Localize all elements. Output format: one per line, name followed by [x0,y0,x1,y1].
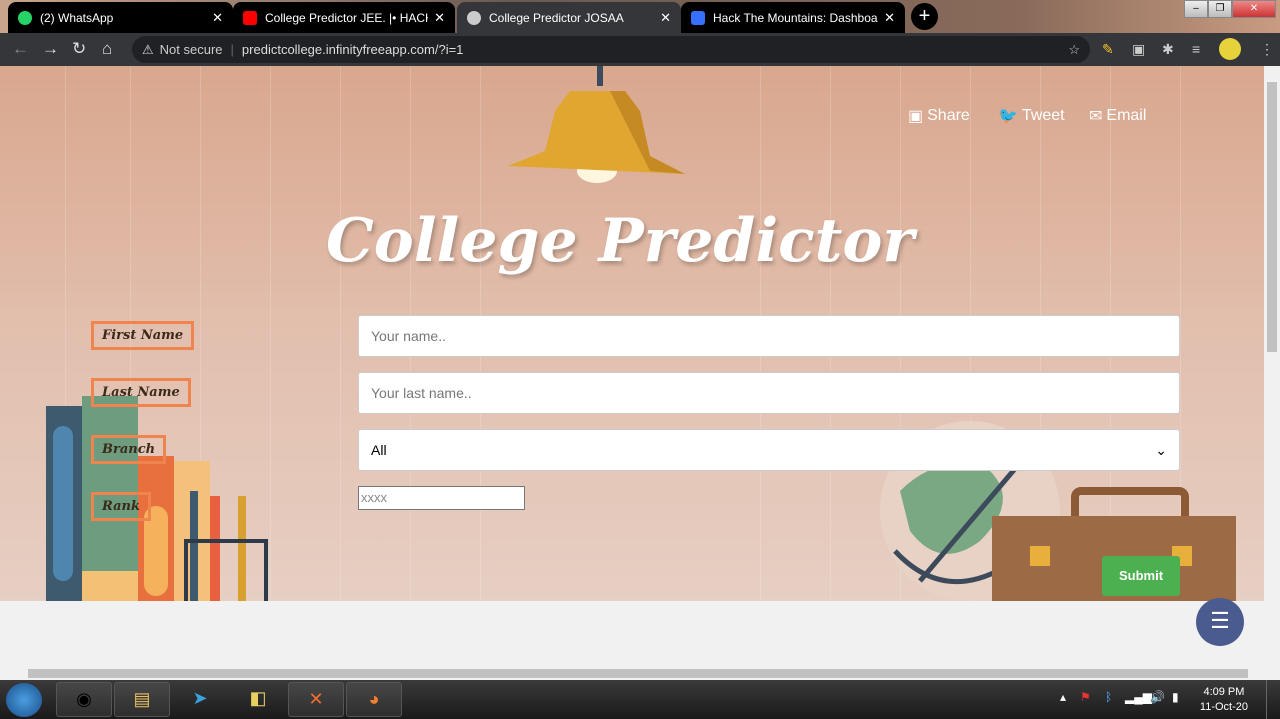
horizontal-scroll-thumb[interactable] [28,669,1248,678]
maximize-button[interactable]: ❐ [1208,0,1232,18]
last-name-input[interactable]: Your last name.. [358,372,1180,414]
extension-icon[interactable]: ▣ [1132,41,1145,58]
vertical-scroll-thumb[interactable] [1267,82,1277,352]
close-icon[interactable]: ✕ [212,10,223,26]
puzzle-icon[interactable]: ✱ [1162,41,1174,58]
tab-youtube[interactable]: College Predictor JEE. |• HACK ✕ [233,2,455,33]
media-queue-icon[interactable]: ≡ [1192,41,1200,57]
chrome-taskbar-icon[interactable]: ◉ [56,682,112,717]
rank-label: Rank [91,492,151,521]
file-explorer-taskbar-icon[interactable]: ▤ [114,682,170,717]
whatsapp-icon [18,10,32,25]
home-icon[interactable]: ⌂ [102,39,112,59]
chat-widget-button[interactable]: ☰ [1196,598,1244,646]
lamp-illustration [508,66,685,183]
submit-button[interactable]: Submit [1102,556,1180,596]
youtube-icon [243,10,257,25]
window-close-button[interactable]: ✕ [1232,0,1276,18]
sticky-notes-taskbar-icon[interactable]: ◧ [230,682,286,717]
branch-select[interactable]: All ⌄ [358,429,1180,471]
tab-strip: (2) WhatsApp ✕ College Predictor JEE. |• … [0,0,1280,33]
network-signal-icon[interactable]: ▂▄▆ [1125,690,1152,704]
first-name-input[interactable]: Your name.. [358,315,1180,357]
page-content: ▣ Share 🐦 Tweet ✉ Email College Predictor F… [0,66,1264,601]
twitter-icon: 🐦 [998,108,1018,125]
last-name-label: Last Name [91,378,191,407]
browser-toolbar: ← → ↻ ⌂ ⚠ Not secure | predictcollege.in… [0,33,1280,66]
close-icon[interactable]: ✕ [434,10,445,26]
page-title: College Predictor [325,206,915,276]
bluetooth-icon[interactable]: ᛒ [1105,690,1112,704]
volume-icon[interactable]: 🔊 [1150,690,1165,704]
globe-icon [467,10,481,25]
facebook-icon: ▣ [908,108,924,125]
rank-input[interactable]: xxxx [358,486,525,510]
devfolio-icon [691,10,705,25]
email-link[interactable]: ✉ Email [1089,106,1146,126]
email-icon: ✉ [1089,108,1103,125]
highlighter-extension-icon[interactable]: ✎ [1102,41,1114,58]
minimize-button[interactable]: – [1184,0,1208,18]
xampp-taskbar-icon[interactable]: ✕ [288,682,344,717]
start-button[interactable] [6,683,42,717]
show-desktop-button[interactable] [1266,680,1280,719]
branch-label: Branch [91,435,167,464]
telegram-taskbar-icon[interactable]: ➤ [172,682,228,717]
menu-icon[interactable]: ⋮ [1260,41,1274,58]
clock[interactable]: 4:09 PM 11-Oct-20 [1200,685,1248,715]
tweet-link[interactable]: 🐦 Tweet [998,106,1065,126]
tab-whatsapp[interactable]: (2) WhatsApp ✕ [8,2,233,33]
power-icon[interactable]: ▮ [1172,690,1179,704]
firefox-taskbar-icon[interactable]: ◕ [346,682,402,717]
profile-avatar[interactable] [1219,38,1241,60]
reload-icon[interactable]: ↻ [72,39,86,59]
first-name-label: First Name [91,321,195,350]
close-icon[interactable]: ✕ [660,10,671,26]
page-footer-area [0,601,1264,666]
taskbar: ◉ ▤ ➤ ◧ ✕ ◕ ▴ ⚑ ᛒ ▂▄▆ 🔊 ▮ 4:09 PM 11-Oct-… [0,680,1280,719]
books-illustration [46,396,268,601]
close-icon[interactable]: ✕ [884,10,895,26]
new-tab-button[interactable]: + [911,3,938,30]
tab-hackthemountains[interactable]: Hack The Mountains: Dashboard ✕ [681,2,905,33]
warning-icon: ⚠ [142,41,154,57]
address-bar[interactable]: ⚠ Not secure | predictcollege.infinityfr… [132,36,1090,63]
bookmark-star-icon[interactable]: ☆ [1068,42,1080,58]
action-center-flag-icon[interactable]: ⚑ [1080,690,1091,704]
tab-josaa[interactable]: College Predictor JOSAA ✕ [457,2,681,33]
show-hidden-icons[interactable]: ▴ [1060,690,1066,704]
share-link[interactable]: ▣ Share [908,106,970,126]
back-icon[interactable]: ← [12,39,29,59]
forward-icon[interactable]: → [42,39,59,59]
chevron-down-icon: ⌄ [1155,442,1167,458]
